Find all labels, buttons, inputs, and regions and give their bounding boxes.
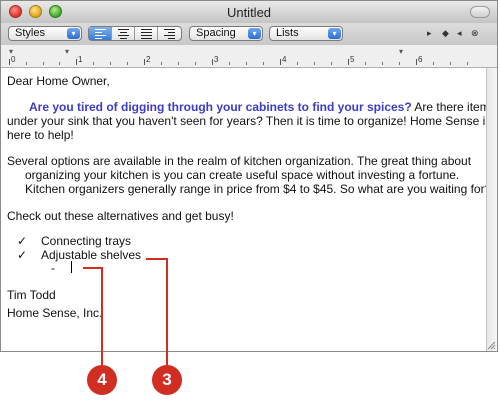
align-justify-icon [141, 29, 152, 41]
highlighted-sentence: Are you tired of digging through your ca… [29, 100, 412, 114]
clear-tab-stops-icon[interactable]: ⊗ [471, 28, 479, 39]
toolbar-toggle-button[interactable] [470, 6, 490, 18]
ruler-number: 5 [350, 55, 355, 64]
tab-stop-marker-icon[interactable]: ▾ [65, 47, 69, 56]
callout-4-vertical-line [101, 267, 103, 365]
align-justify-button[interactable] [135, 27, 158, 40]
right-margin-marker-icon[interactable]: ▾ [399, 47, 403, 56]
lists-label: Lists [276, 27, 299, 39]
vertical-scrollbar[interactable] [486, 68, 497, 351]
paragraph-1-line-1: Are you tired of digging through your ca… [29, 100, 496, 114]
paragraph-3: Check out these alternatives and get bus… [7, 209, 234, 223]
align-right-button[interactable] [158, 27, 181, 40]
callout-4-horizontal-line [83, 267, 102, 269]
checkmark-icon: ✓ [17, 234, 28, 248]
ruler-tick [212, 59, 213, 65]
list-item: Connecting trays [41, 234, 132, 248]
format-toolbar: Styles ▾ Spacing ▾ Lists ▾ ▸ ◆ ◂ ⊗ [1, 23, 497, 45]
text-insertion-cursor [71, 261, 72, 273]
ruler-number: 1 [78, 55, 83, 64]
signature-company: Home Sense, Inc. [7, 306, 103, 320]
ruler-number: 3 [214, 55, 219, 64]
align-right-icon [164, 29, 175, 41]
document-text-area[interactable]: Dear Home Owner, Are you tired of diggin… [1, 68, 496, 351]
next-tab-stop-icon[interactable]: ▸ [427, 28, 432, 39]
ruler[interactable]: ▾ ▾ ▾ 0 1 2 3 4 5 6 [1, 45, 497, 68]
signature-name: Tim Todd [7, 288, 56, 302]
title-bar[interactable]: Untitled [1, 1, 497, 24]
text-editor-window: Untitled Styles ▾ Spacing ▾ Lists ▾ ▸ ◆ … [0, 0, 498, 352]
align-center-icon [118, 29, 129, 41]
popup-arrow-icon: ▾ [328, 28, 341, 39]
styles-label: Styles [15, 27, 45, 39]
lists-popup[interactable]: Lists ▾ [269, 26, 343, 41]
ruler-tick [76, 59, 77, 65]
ruler-number: 2 [146, 55, 151, 64]
previous-tab-stop-icon[interactable]: ◂ [457, 28, 462, 39]
callout-badge-3: 3 [152, 365, 182, 395]
greeting-line: Dear Home Owner, [7, 74, 110, 88]
callout-badge-4: 4 [87, 365, 117, 395]
popup-arrow-icon: ▾ [248, 28, 261, 39]
ruler-tick [416, 59, 417, 65]
paragraph-1-text: Are there items [411, 100, 496, 114]
spacing-popup[interactable]: Spacing ▾ [189, 26, 263, 41]
paragraph-2-line-1: Several options are available in the rea… [7, 154, 472, 168]
ruler-number: 0 [11, 55, 16, 64]
ruler-tick [280, 59, 281, 65]
styles-popup[interactable]: Styles ▾ [8, 26, 82, 41]
paragraph-1-line-3: here to help! [7, 128, 74, 142]
decimal-tab-stop-icon[interactable]: ◆ [442, 28, 449, 39]
alignment-segmented-control [88, 26, 182, 41]
sub-bullet-dash: - [51, 261, 55, 275]
callout-3-vertical-line [166, 258, 168, 365]
list-item: Adjustable shelves [41, 248, 142, 262]
ruler-tick [348, 59, 349, 65]
ruler-number: 6 [418, 55, 423, 64]
paragraph-2-line-3: Kitchen organizers generally range in pr… [25, 182, 492, 196]
resize-grip-icon[interactable] [486, 340, 496, 350]
checkmark-icon: ✓ [17, 248, 28, 262]
window-title: Untitled [226, 5, 272, 20]
ruler-number: 4 [282, 55, 287, 64]
spacing-label: Spacing [196, 27, 236, 39]
align-left-icon [95, 29, 106, 41]
paragraph-1-line-2: under your sink that you haven't seen fo… [7, 114, 492, 128]
align-center-button[interactable] [112, 27, 135, 40]
callout-3-horizontal-line [146, 258, 168, 260]
ruler-tick [9, 59, 10, 65]
popup-arrow-icon: ▾ [67, 28, 80, 39]
ruler-tick [144, 59, 145, 65]
align-left-button[interactable] [89, 27, 112, 40]
paragraph-2-line-2: organizing your kitchen is you can creat… [25, 168, 460, 182]
